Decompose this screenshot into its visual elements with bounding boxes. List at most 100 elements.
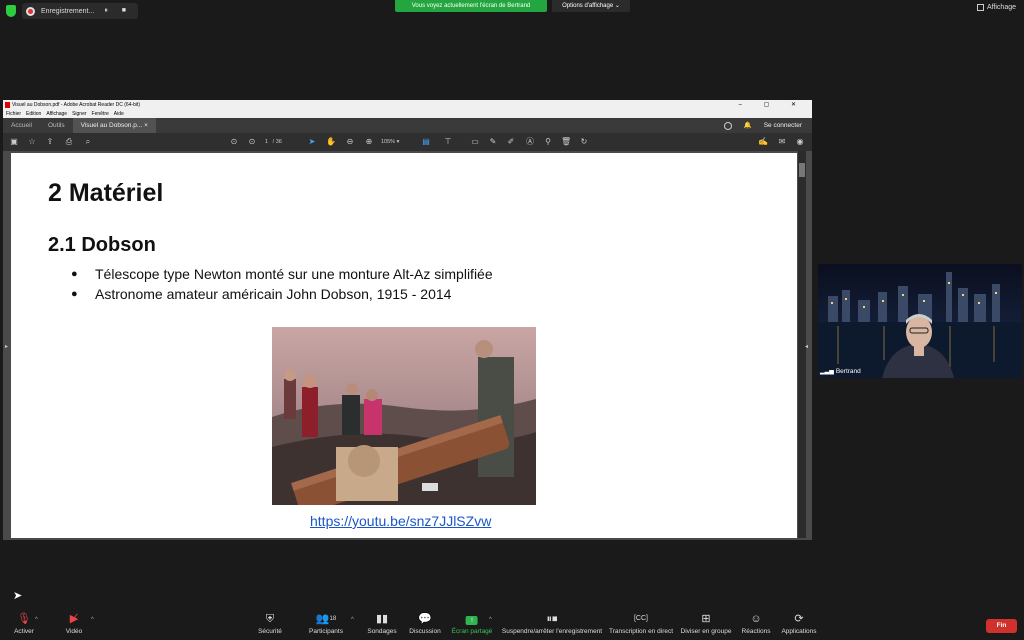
help-icon[interactable]: [723, 121, 732, 130]
chat-button[interactable]: 💬 Discussion: [409, 608, 440, 635]
meeting-controls-bar: 🎙 Activer ^ ▶̸ Vidéo ^ ⛨ Sécurité 👥18 Pa…: [0, 608, 1024, 640]
acrobat-window: Visuel au Dobson.pdf - Adobe Acrobat Rea…: [3, 100, 812, 540]
page-current[interactable]: 1: [265, 139, 268, 145]
mute-label: Activer: [14, 628, 34, 635]
share-screen-icon: ↑: [452, 612, 493, 626]
hand-tool-icon[interactable]: ✋: [326, 137, 336, 147]
security-button[interactable]: ⛨ Sécurité: [258, 608, 282, 635]
participant-name-tag: ▂▃▅ Bertrand: [820, 368, 861, 375]
tab-accueil[interactable]: Accueil: [3, 118, 40, 133]
upload-icon[interactable]: ⇪: [45, 137, 55, 147]
delete-icon[interactable]: 🗑: [561, 137, 571, 147]
page-indicator[interactable]: 1 / 36: [265, 137, 282, 147]
view-layout-label: Affichage: [986, 4, 1016, 11]
menu-aide[interactable]: Aide: [114, 110, 124, 118]
menu-fenetre[interactable]: Fenêtre: [92, 110, 109, 118]
bookmark-star-icon[interactable]: ☆: [27, 137, 37, 147]
draw-icon[interactable]: ✐: [506, 137, 516, 147]
share-options-caret-icon[interactable]: ^: [489, 617, 492, 623]
pdf-page: 2 Matériel 2.1 Dobson Télescope type New…: [11, 153, 797, 538]
pdf-icon: [5, 102, 10, 108]
search-icon[interactable]: ⌕: [83, 137, 93, 147]
left-panel-toggle-icon[interactable]: ▸: [5, 343, 8, 350]
mouse-pointer-icon: ➤: [13, 590, 23, 602]
subsection-heading: 2.1 Dobson: [48, 234, 156, 256]
tab-document[interactable]: Visuel au Dobson.p... ×: [72, 118, 156, 133]
recording-label: Enregistrement...: [41, 7, 95, 15]
scroll-thumb[interactable]: [799, 163, 805, 177]
menu-edition[interactable]: Edition: [26, 110, 41, 118]
fit-page-icon[interactable]: ▤: [421, 137, 431, 147]
menu-affichage[interactable]: Affichage: [46, 110, 67, 118]
chat-label: Discussion: [409, 628, 441, 635]
document-viewport[interactable]: 2 Matériel 2.1 Dobson Télescope type New…: [3, 151, 812, 540]
right-panel-toggle-icon[interactable]: ◂: [805, 343, 808, 350]
participants-caret-icon[interactable]: ^: [351, 617, 354, 623]
scroll-mode-icon[interactable]: ⊤: [443, 137, 453, 147]
reactions-button[interactable]: ☺ Réactions: [742, 608, 771, 635]
dobson-telescope-photo: [272, 327, 536, 505]
window-controls[interactable]: – ▢ ✕: [739, 100, 806, 110]
end-meeting-button[interactable]: Fin: [986, 619, 1017, 633]
acrobat-menu-bar: Fichier Edition Affichage Signer Fenêtre…: [3, 110, 812, 118]
zoom-out-icon[interactable]: ⊖: [345, 137, 355, 147]
apps-icon: ⟳: [794, 613, 804, 625]
cc-icon: [CC]: [633, 615, 648, 622]
highlight-icon[interactable]: ✎: [488, 137, 498, 147]
video-options-caret-icon[interactable]: ^: [91, 617, 94, 623]
print-icon[interactable]: ⎙: [64, 137, 74, 147]
sign-in-button[interactable]: Se connecter: [764, 118, 802, 133]
reactions-label: Réactions: [741, 628, 771, 635]
comment-icon[interactable]: ▭: [470, 137, 480, 147]
tab-document-label: Visuel au Dobson.p...: [80, 122, 143, 129]
chat-icon: 💬: [418, 613, 432, 625]
page-down-icon[interactable]: ⊙: [247, 137, 257, 147]
grid-icon: [976, 4, 984, 11]
transcription-label: Transcription en direct: [608, 628, 674, 635]
audio-options-caret-icon[interactable]: ^: [35, 617, 38, 623]
participants-button[interactable]: 👥18 Participants: [309, 608, 343, 635]
acrobat-toolbar: ▣ ☆ ⇪ ⎙ ⌕ ⊙ ⊙ 1 / 36 ➤ ✋ ⊖ ⊕ 105% ▾ ▤ ⊤ …: [3, 133, 812, 151]
security-shield-icon[interactable]: [6, 5, 16, 17]
list-item: Astronome amateur américain John Dobson,…: [71, 284, 493, 304]
page-total: / 36: [272, 139, 282, 145]
share-banner: Vous voyez actuellement l'écran de Bertr…: [395, 0, 547, 12]
sign-icon[interactable]: ✍: [758, 137, 768, 147]
polls-icon: ▮▮: [375, 613, 389, 625]
video-button[interactable]: ▶̸ Vidéo: [66, 608, 83, 635]
video-label: Vidéo: [65, 628, 83, 635]
zoom-select[interactable]: 105% ▾: [381, 137, 399, 147]
bullet-list: Télescope type Newton monté sur une mont…: [71, 264, 493, 304]
recording-button[interactable]: ⏸⏹ Suspendre/arrêter l'enregistrement: [502, 608, 602, 635]
recording-controls[interactable]: ⏸ ■: [104, 7, 132, 15]
zoom-in-icon[interactable]: ⊕: [364, 137, 374, 147]
view-layout-button[interactable]: Affichage: [976, 4, 1016, 11]
mute-button[interactable]: 🎙 Activer: [14, 608, 34, 635]
apps-button[interactable]: ⟳ Applications: [781, 608, 816, 635]
save-icon[interactable]: ▣: [9, 137, 19, 147]
section-heading: 2 Matériel: [48, 179, 164, 207]
breakout-button[interactable]: ⊞ Diviser en groupe: [681, 608, 732, 635]
stamp-icon[interactable]: ⚲: [543, 137, 553, 147]
menu-fichier[interactable]: Fichier: [6, 110, 21, 118]
bell-icon[interactable]: 🔔: [744, 118, 752, 133]
video-link[interactable]: https://youtu.be/snz7JJlSZvw: [310, 513, 491, 529]
transcription-button[interactable]: [CC] Transcription en direct: [609, 608, 673, 635]
tab-outils[interactable]: Outils: [40, 118, 73, 133]
apps-label: Applications: [781, 628, 817, 635]
rotate-icon[interactable]: ↻: [579, 137, 589, 147]
select-cursor-icon[interactable]: ➤: [307, 137, 317, 147]
share-screen-button[interactable]: ↑ Écran partagé: [452, 608, 493, 635]
email-icon[interactable]: ✉: [777, 137, 787, 147]
polls-button[interactable]: ▮▮ Sondages: [367, 608, 396, 635]
text-edit-icon[interactable]: Ⓐ: [525, 137, 535, 147]
menu-signer[interactable]: Signer: [72, 110, 86, 118]
view-options-button[interactable]: Options d'affichage ⌄: [552, 0, 630, 12]
acrobat-title-bar: Visuel au Dobson.pdf - Adobe Acrobat Rea…: [3, 100, 812, 110]
tab-close-icon[interactable]: ×: [144, 122, 148, 129]
page-up-icon[interactable]: ⊙: [229, 137, 239, 147]
recording-icon: ⏸⏹: [546, 613, 558, 625]
participant-video[interactable]: [818, 264, 1022, 378]
shield-icon: ⛨: [265, 613, 275, 625]
account-icon[interactable]: ◉: [795, 137, 805, 147]
